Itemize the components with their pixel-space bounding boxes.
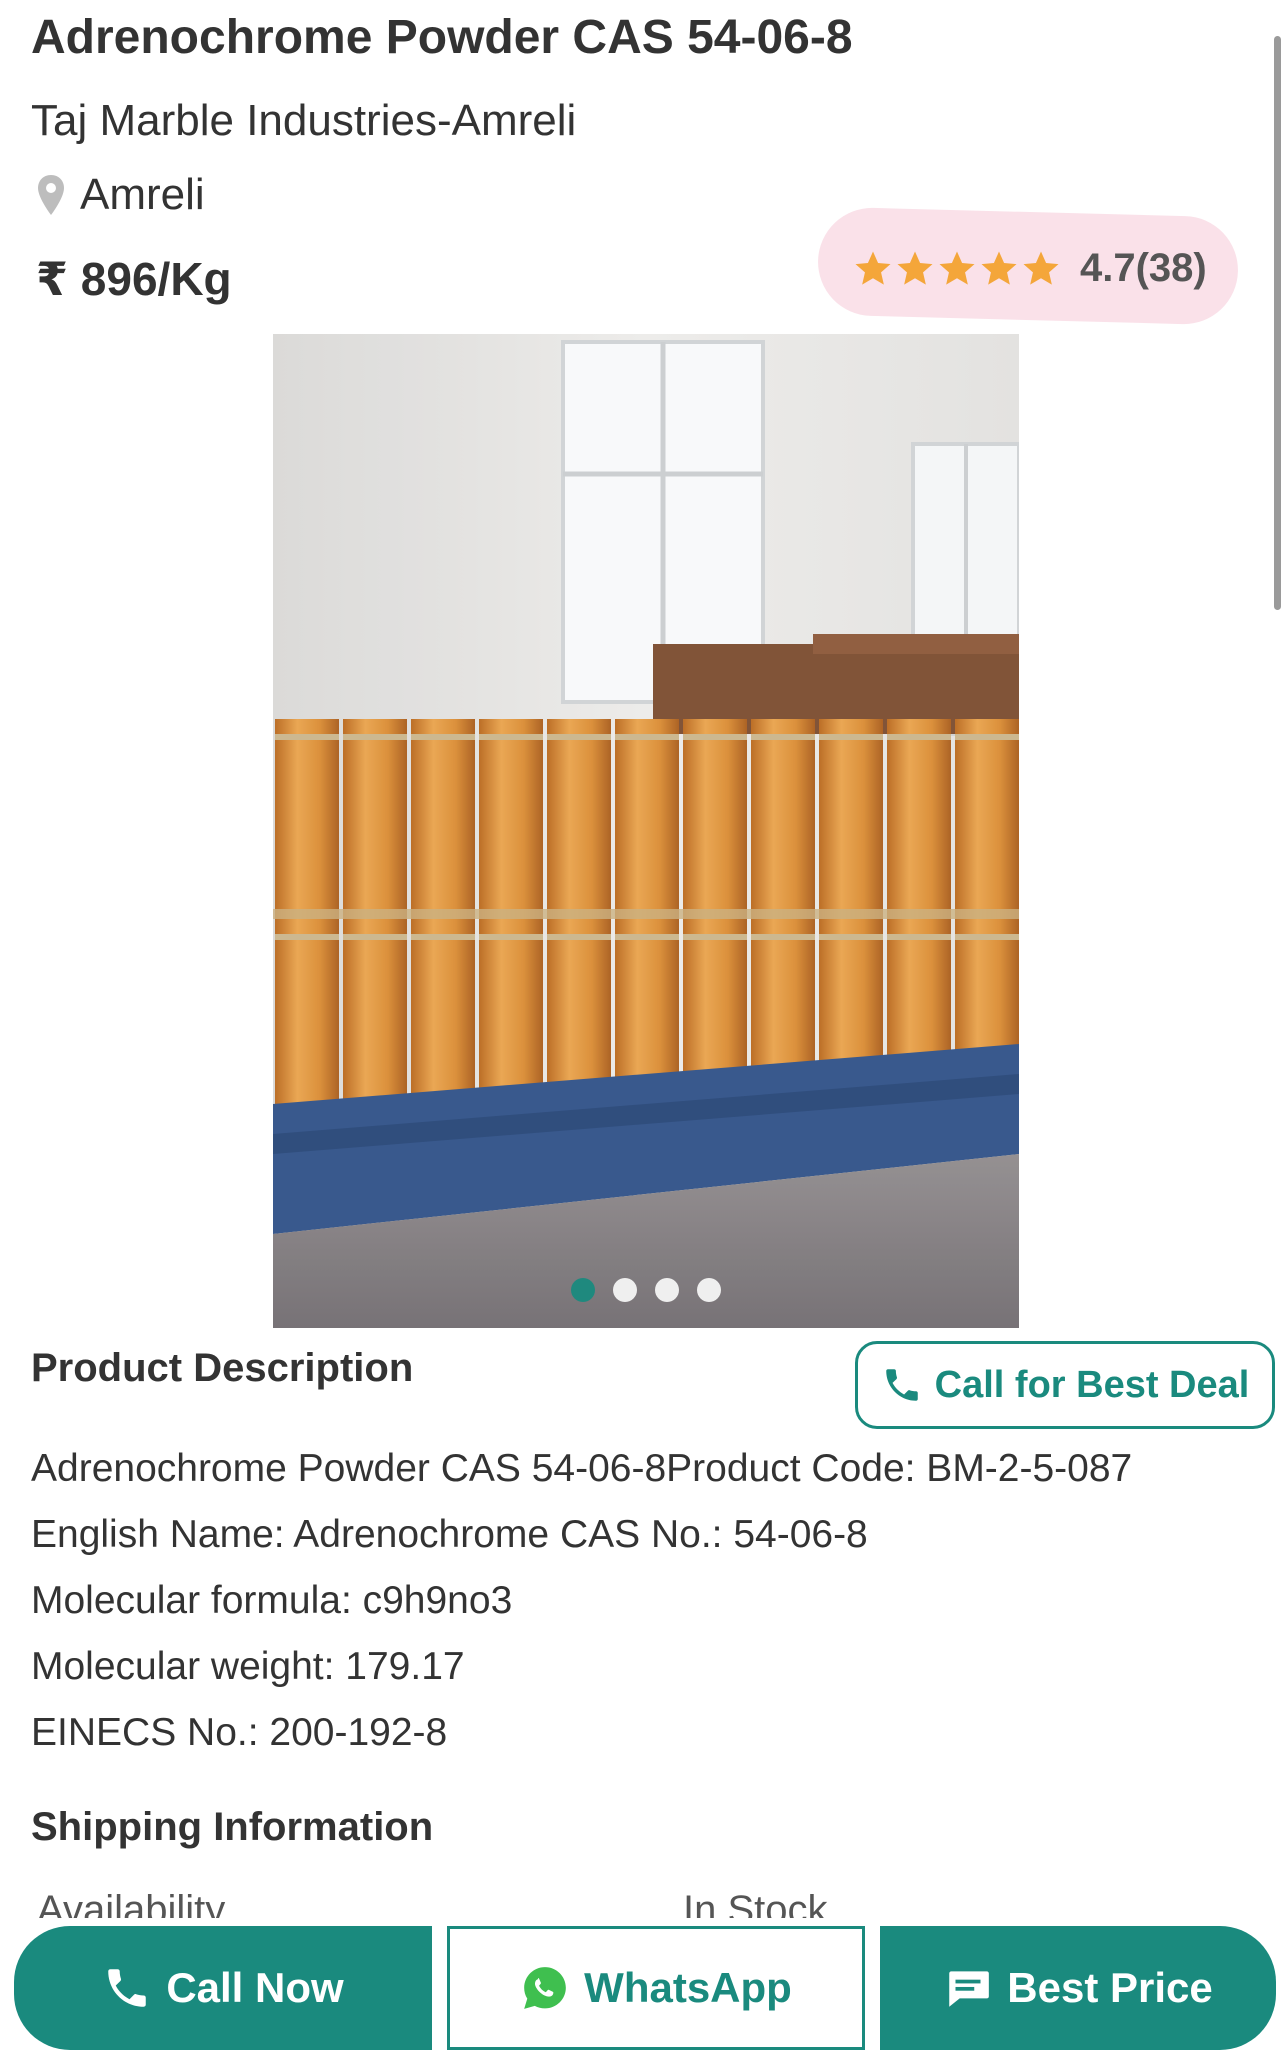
product-description-text: Adrenochrome Powder CAS 54-06-8Product C…	[31, 1436, 1132, 1766]
product-image-carousel[interactable]	[273, 334, 1019, 1328]
star-icon	[855, 251, 891, 285]
call-for-best-deal-button[interactable]: Call for Best Deal	[855, 1341, 1275, 1429]
seller-name[interactable]: Taj Marble Industries-Amreli	[31, 96, 576, 146]
whatsapp-button[interactable]: WhatsApp	[447, 1926, 865, 2050]
product-title: Adrenochrome Powder CAS 54-06-8	[31, 11, 853, 64]
location-text: Amreli	[80, 170, 205, 219]
scrollbar[interactable]	[1274, 36, 1281, 610]
map-pin-icon	[38, 175, 64, 215]
carousel-dot[interactable]	[571, 1278, 595, 1302]
description-line: Molecular weight: 179.17	[31, 1645, 465, 1688]
shipping-information-heading: Shipping Information	[31, 1805, 434, 1849]
product-description-heading: Product Description	[31, 1346, 414, 1390]
chat-bubble-icon	[949, 1971, 990, 2007]
description-line: Molecular formula: c9h9no3	[31, 1579, 513, 1622]
carousel-dots	[273, 1278, 1019, 1302]
description-line: English Name: Adrenochrome CAS No.: 54-0…	[31, 1513, 868, 1556]
rating-text: 4.7(38)	[1080, 246, 1207, 290]
best-price-button[interactable]: Best Price	[880, 1926, 1276, 2050]
rating-stars	[852, 248, 1062, 290]
product-image	[273, 334, 1019, 1328]
whatsapp-label: WhatsApp	[584, 1964, 792, 2011]
call-now-label: Call Now	[166, 1964, 344, 2011]
star-icon	[981, 251, 1017, 285]
description-line: EINECS No.: 200-192-8	[31, 1711, 448, 1754]
rating[interactable]: 4.7(38)	[852, 246, 1207, 291]
product-page: Adrenochrome Powder CAS 54-06-8 Taj Marb…	[0, 0, 1284, 2054]
whatsapp-icon	[524, 1967, 567, 2009]
star-icon	[1023, 251, 1059, 285]
product-price: ₹ 896/Kg	[36, 253, 232, 305]
description-line: Adrenochrome Powder CAS 54-06-8Product C…	[31, 1447, 1133, 1490]
best-price-label: Best Price	[1007, 1964, 1213, 2011]
call-for-best-deal-label: Call for Best Deal	[934, 1363, 1250, 1406]
carousel-dot[interactable]	[697, 1278, 721, 1302]
phone-icon	[885, 1369, 918, 1401]
star-icon	[939, 251, 975, 285]
phone-icon	[108, 1969, 147, 2007]
location: Amreli	[36, 170, 205, 220]
star-icon	[897, 251, 933, 285]
call-now-button[interactable]: Call Now	[14, 1926, 432, 2050]
carousel-dot[interactable]	[655, 1278, 679, 1302]
carousel-dot[interactable]	[613, 1278, 637, 1302]
bottom-action-bar: Call Now WhatsApp Best Price	[0, 1918, 1284, 2054]
